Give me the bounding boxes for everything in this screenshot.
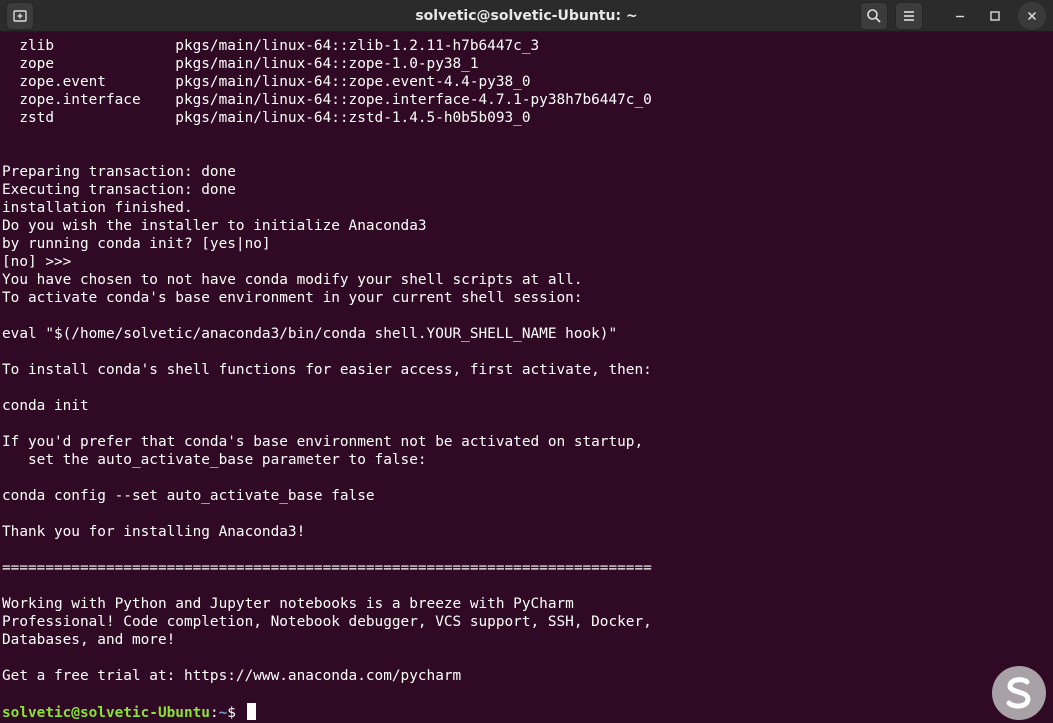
terminal-line: Do you wish the installer to initialize … bbox=[2, 218, 427, 234]
terminal-line: ========================================… bbox=[2, 560, 652, 576]
search-icon bbox=[867, 9, 881, 23]
terminal-line: To activate conda's base environment in … bbox=[2, 290, 583, 306]
terminal-line: Databases, and more! bbox=[2, 632, 176, 648]
terminal-lines: zlib pkgs/main/linux-64::zlib-1.2.11-h7b… bbox=[2, 37, 652, 721]
maximize-icon bbox=[990, 11, 1000, 21]
terminal-line: Working with Python and Jupyter notebook… bbox=[2, 596, 574, 612]
window-titlebar[interactable]: solvetic@solvetic-Ubuntu: ~ bbox=[0, 0, 1053, 32]
solvetic-logo-icon bbox=[992, 666, 1046, 720]
terminal-output[interactable]: zlib pkgs/main/linux-64::zlib-1.2.11-h7b… bbox=[0, 32, 1053, 723]
terminal-line: To install conda's shell functions for e… bbox=[2, 362, 652, 378]
terminal-line: Professional! Code completion, Notebook … bbox=[2, 614, 652, 630]
menu-button[interactable] bbox=[895, 2, 923, 30]
terminal-line: zope.event pkgs/main/linux-64::zope.even… bbox=[2, 74, 531, 90]
terminal-line: eval "$(/home/solvetic/anaconda3/bin/con… bbox=[2, 326, 618, 342]
hamburger-menu-icon bbox=[904, 11, 914, 21]
terminal-line: Get a free trial at: https://www.anacond… bbox=[2, 668, 462, 684]
terminal-line: Preparing transaction: done bbox=[2, 164, 236, 180]
terminal-line: If you'd prefer that conda's base enviro… bbox=[2, 434, 644, 450]
close-button[interactable] bbox=[1018, 2, 1046, 30]
prompt-colon: : bbox=[209, 705, 219, 721]
terminal-line: conda config --set auto_activate_base fa… bbox=[2, 488, 375, 504]
prompt-symbol: $ bbox=[227, 705, 245, 721]
maximize-button[interactable] bbox=[981, 2, 1009, 30]
terminal-line: installation finished. bbox=[2, 200, 193, 216]
minimize-button[interactable] bbox=[946, 2, 974, 30]
close-icon bbox=[1027, 11, 1037, 21]
terminal-line: Thank you for installing Anaconda3! bbox=[2, 524, 306, 540]
search-button[interactable] bbox=[860, 2, 888, 30]
terminal-line: by running conda init? [yes|no] bbox=[2, 236, 271, 252]
prompt-path: ~ bbox=[218, 705, 228, 721]
terminal-line: zope pkgs/main/linux-64::zope-1.0-py38_1 bbox=[2, 56, 479, 72]
terminal-line: set the auto_activate_base parameter to … bbox=[2, 452, 427, 468]
terminal-line: conda init bbox=[2, 398, 89, 414]
prompt-user-host: solvetic@solvetic-Ubuntu bbox=[2, 705, 210, 721]
terminal-line: zope.interface pkgs/main/linux-64::zope.… bbox=[2, 92, 652, 108]
terminal-line: You have chosen to not have conda modify… bbox=[2, 272, 583, 288]
terminal-line: Executing transaction: done bbox=[2, 182, 236, 198]
terminal-line: zlib pkgs/main/linux-64::zlib-1.2.11-h7b… bbox=[2, 38, 540, 54]
terminal-prompt-line[interactable]: solvetic@solvetic-Ubuntu:~$ bbox=[2, 703, 652, 721]
new-tab-button[interactable] bbox=[6, 2, 34, 30]
terminal-line: zstd pkgs/main/linux-64::zstd-1.4.5-h0b5… bbox=[2, 110, 531, 126]
minimize-icon bbox=[956, 15, 964, 18]
terminal-cursor bbox=[246, 703, 256, 720]
terminal-line: [no] >>> bbox=[2, 254, 72, 270]
new-tab-icon bbox=[13, 10, 27, 22]
